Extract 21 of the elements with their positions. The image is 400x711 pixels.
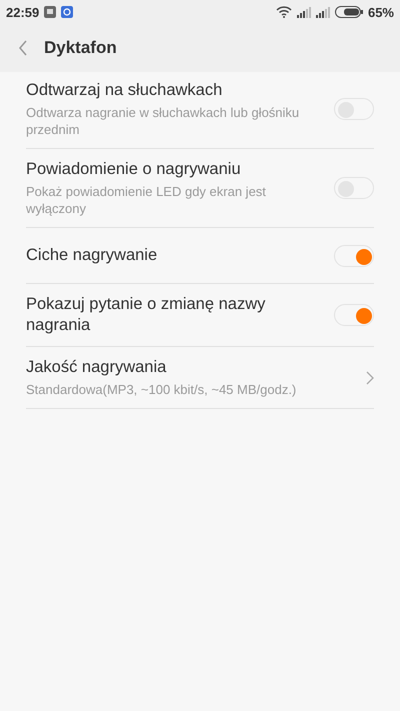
status-time: 22:59	[6, 4, 40, 20]
setting-title: Pokazuj pytanie o zmianę nazwy nagrania	[26, 294, 266, 336]
battery-icon	[334, 6, 363, 18]
setting-title: Powiadomienie o nagrywaniu	[26, 159, 242, 180]
chevron-icon[interactable]	[366, 370, 374, 384]
setting-description: Pokaż powiadomienie LED gdy ekran jest wyłączony	[26, 183, 267, 217]
setting-title: Ciche nagrywanie	[26, 245, 158, 266]
setting-title: Odtwarzaj na słuchawkach	[26, 80, 224, 101]
toggle-switch[interactable]	[334, 244, 374, 266]
signal-icon	[316, 6, 330, 18]
battery-percent: 65%	[368, 4, 394, 20]
notification-icon	[44, 6, 56, 18]
setting-description: Odtwarza nagranie w słuchawkach lub głośniku przednim	[26, 104, 300, 138]
setting-description: Standardowa(MP3, ~100 kbit/s, ~45 MB/godz.)	[26, 381, 298, 398]
signal-icon	[296, 6, 311, 18]
setting-title: Jakość nagrywania	[26, 357, 168, 378]
back-icon[interactable]	[18, 40, 28, 56]
page-title: Dyktafon	[44, 38, 117, 58]
wifi-icon	[276, 6, 292, 18]
notification-icon	[61, 6, 74, 18]
toggle-switch[interactable]	[334, 304, 374, 326]
